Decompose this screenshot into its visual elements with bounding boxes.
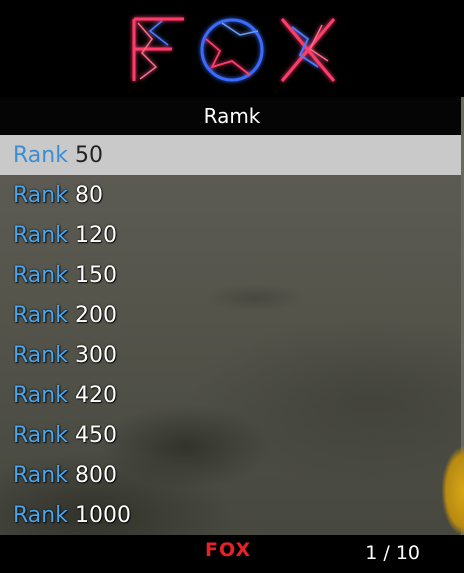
menu-item-rank-450[interactable]: Rank 450 [0, 415, 464, 455]
menu-subtitle: Ramk [0, 97, 464, 135]
menu-item-prefix: Rank [13, 462, 68, 488]
menu-item-value: 1000 [74, 502, 131, 528]
menu-item-value: 450 [74, 422, 117, 448]
menu-item-value: 200 [74, 302, 117, 328]
menu-item-rank-120[interactable]: Rank 120 [0, 215, 464, 255]
menu-item-value: 150 [74, 262, 117, 288]
menu-item-rank-800[interactable]: Rank 800 [0, 455, 464, 495]
menu-item-prefix: Rank [13, 502, 68, 528]
menu-footer: FOX 1 / 10 [0, 535, 464, 573]
page-indicator: 1 / 10 [365, 542, 420, 564]
menu-item-rank-50[interactable]: Rank 50 [0, 135, 464, 175]
menu-item-value: 80 [74, 182, 103, 208]
menu-item-rank-80[interactable]: Rank 80 [0, 175, 464, 215]
menu-item-prefix: Rank [13, 342, 68, 368]
menu-item-prefix: Rank [13, 422, 68, 448]
menu-item-value: 800 [74, 462, 117, 488]
menu-item-value: 120 [74, 222, 117, 248]
menu-item-prefix: Rank [13, 262, 68, 288]
menu-item-rank-300[interactable]: Rank 300 [0, 335, 464, 375]
menu-item-prefix: Rank [13, 222, 68, 248]
menu-list: Rank 50 Rank 80 Rank 120 Rank 150 Rank 2… [0, 135, 464, 535]
footer-fox-logo: FOX [205, 539, 252, 561]
menu-item-prefix: Rank [13, 382, 68, 408]
menu-item-prefix: Rank [13, 182, 68, 208]
fox-logo [112, 9, 352, 89]
menu-item-value: 420 [74, 382, 117, 408]
menu-item-rank-200[interactable]: Rank 200 [0, 295, 464, 335]
menu-item-prefix: Rank [13, 142, 68, 168]
background-object [438, 425, 464, 535]
menu-item-value: 300 [74, 342, 117, 368]
menu-item-rank-420[interactable]: Rank 420 [0, 375, 464, 415]
menu-item-prefix: Rank [13, 302, 68, 328]
menu-item-value: 50 [74, 142, 103, 168]
menu-item-rank-150[interactable]: Rank 150 [0, 255, 464, 295]
menu-item-rank-1000[interactable]: Rank 1000 [0, 495, 464, 535]
mod-menu: Ramk Rank 50 Rank 80 Rank 120 Rank 150 R… [0, 0, 464, 573]
menu-header [0, 0, 464, 98]
